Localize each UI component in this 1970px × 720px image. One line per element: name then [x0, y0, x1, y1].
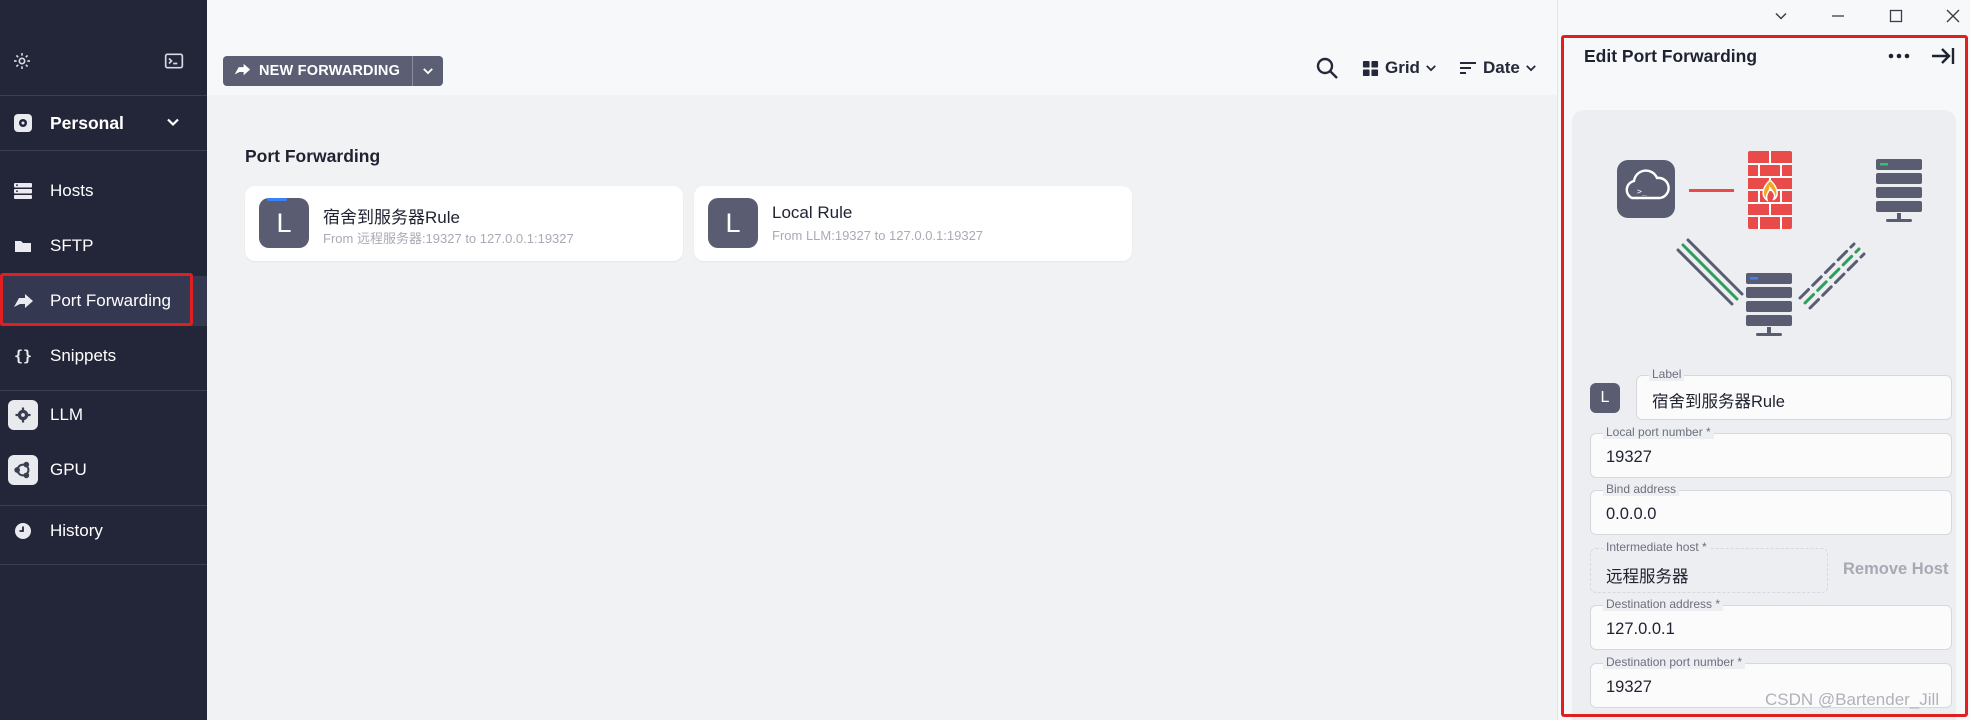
- hosts-icon: [12, 180, 34, 202]
- destination-address-field[interactable]: Destination address * 127.0.0.1: [1590, 597, 1952, 650]
- chevron-down-icon: [1424, 61, 1438, 75]
- forwarding-card[interactable]: L Local Rule From LLM:19327 to 127.0.0.1…: [694, 186, 1132, 261]
- clock-icon: [12, 520, 34, 542]
- sidebar-item-label: Snippets: [50, 346, 117, 365]
- sidebar: Personal Hosts SFTP Port Forwarding {} S…: [0, 0, 207, 720]
- folder-icon: [12, 235, 34, 257]
- rule-name: Local Rule: [772, 203, 853, 222]
- new-forwarding-dropdown[interactable]: [413, 56, 443, 86]
- svg-text:>_: >_: [1637, 187, 1647, 196]
- chevron-down-icon[interactable]: [1767, 5, 1795, 27]
- sidebar-item-label: Hosts: [50, 181, 94, 200]
- sidebar-item-sftp[interactable]: SFTP: [0, 221, 207, 271]
- search-button[interactable]: [1315, 56, 1339, 80]
- forward-arrow-icon: [12, 290, 34, 312]
- sidebar-item-port-forwarding[interactable]: Port Forwarding: [0, 276, 207, 326]
- field-label: Local port number *: [1603, 425, 1714, 439]
- ubuntu-icon: [8, 455, 38, 485]
- field-value: 远程服务器: [1606, 568, 1689, 586]
- sort-toggle[interactable]: Date: [1459, 56, 1538, 80]
- gear-badge-icon: [8, 400, 38, 430]
- view-label: Grid: [1385, 58, 1420, 77]
- sidebar-item-label: SFTP: [50, 236, 94, 255]
- panel-title: Edit Port Forwarding: [1584, 46, 1758, 66]
- field-label: Intermediate host *: [1603, 540, 1710, 554]
- sidebar-host-llm[interactable]: LLM: [0, 390, 207, 440]
- firewall-icon: [1748, 151, 1792, 229]
- maximize-icon[interactable]: [1882, 5, 1910, 27]
- field-value: 宿舍到服务器Rule: [1652, 393, 1785, 411]
- rule-avatar: L: [708, 198, 758, 248]
- section-title: Port Forwarding: [245, 146, 381, 166]
- braces-icon: {}: [13, 347, 33, 365]
- label-avatar[interactable]: L: [1590, 383, 1620, 413]
- chevron-down-icon: [1524, 61, 1538, 75]
- field-value: 0.0.0.0: [1606, 505, 1657, 523]
- field-label: Destination address *: [1603, 597, 1724, 611]
- vault-icon: [12, 112, 34, 134]
- chevron-down-icon: [423, 68, 433, 75]
- server-icon: [1876, 159, 1922, 222]
- sidebar-item-snippets[interactable]: {} Snippets: [0, 331, 207, 381]
- bind-address-field[interactable]: Bind address 0.0.0.0: [1590, 482, 1952, 535]
- field-label: Label: [1649, 367, 1685, 381]
- view-toggle[interactable]: Grid: [1362, 56, 1438, 80]
- collapse-panel-icon[interactable]: [1930, 45, 1956, 72]
- sidebar-item-history[interactable]: History: [0, 506, 207, 556]
- sidebar-host-label: GPU: [50, 460, 87, 479]
- field-value: 19327: [1606, 448, 1652, 466]
- rule-subtitle: From 远程服务器:19327 to 127.0.0.1:19327: [323, 231, 574, 246]
- cloud-terminal-icon: >_: [1617, 160, 1675, 218]
- field-label: Destination port number *: [1603, 655, 1746, 669]
- new-forwarding-label: NEW FORWARDING: [259, 63, 401, 79]
- sidebar-divider: [0, 564, 207, 565]
- forwarding-diagram: >_: [1610, 140, 1940, 345]
- field-value: 19327: [1606, 678, 1652, 696]
- gear-icon[interactable]: [11, 50, 33, 72]
- sidebar-item-label: History: [50, 521, 103, 540]
- label-field[interactable]: Label 宿舍到服务器Rule: [1636, 367, 1952, 420]
- new-forwarding-button[interactable]: NEW FORWARDING: [223, 56, 414, 86]
- chevron-down-icon[interactable]: [163, 112, 183, 137]
- more-options-icon[interactable]: [1887, 46, 1911, 71]
- rule-name: 宿舍到服务器Rule: [323, 208, 460, 227]
- sidebar-host-gpu[interactable]: GPU: [0, 445, 207, 495]
- server-icon: [1746, 273, 1792, 336]
- watermark: CSDN @Bartender_Jill: [1765, 690, 1940, 709]
- rule-avatar: L: [259, 198, 309, 248]
- selected-indicator: [267, 198, 287, 201]
- forwarding-card[interactable]: L 宿舍到服务器Rule From 远程服务器:19327 to 127.0.0…: [245, 186, 683, 261]
- intermediate-host-field[interactable]: Intermediate host * 远程服务器: [1590, 540, 1828, 593]
- sidebar-item-label: Port Forwarding: [50, 291, 171, 310]
- tunnel-left: [1676, 238, 1744, 306]
- grid-icon: [1362, 60, 1379, 77]
- field-label: Bind address: [1603, 482, 1680, 496]
- tunnel-right: [1798, 242, 1866, 310]
- close-icon[interactable]: [1939, 5, 1967, 27]
- search-icon: [1316, 57, 1338, 79]
- rule-subtitle: From LLM:19327 to 127.0.0.1:19327: [772, 228, 984, 243]
- sort-icon: [1459, 60, 1477, 76]
- vault-label: Personal: [50, 112, 124, 133]
- vault-selector[interactable]: Personal: [0, 98, 207, 148]
- sort-label: Date: [1483, 58, 1520, 77]
- terminal-icon[interactable]: [163, 50, 185, 72]
- field-value: 127.0.0.1: [1606, 620, 1675, 638]
- remove-host-button[interactable]: Remove Host: [1843, 560, 1948, 579]
- sidebar-divider: [0, 150, 207, 151]
- minimize-icon[interactable]: [1824, 5, 1852, 27]
- sidebar-host-label: LLM: [50, 405, 84, 424]
- local-port-field[interactable]: Local port number * 19327: [1590, 425, 1952, 478]
- forward-arrow-icon: [233, 63, 251, 80]
- new-forwarding-button-group: NEW FORWARDING: [223, 56, 444, 86]
- sidebar-item-hosts[interactable]: Hosts: [0, 166, 207, 216]
- sidebar-divider: [0, 95, 207, 96]
